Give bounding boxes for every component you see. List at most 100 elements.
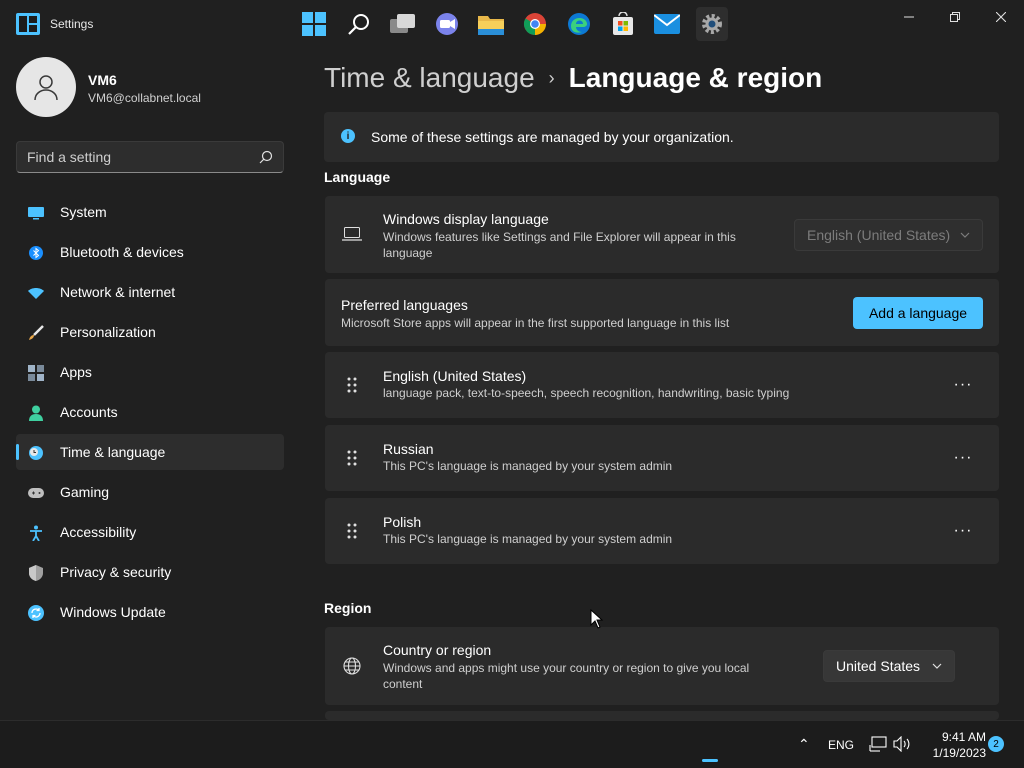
dropdown-value: English (United States) xyxy=(807,227,951,243)
maximize-button[interactable] xyxy=(932,4,978,30)
sidebar-item-apps[interactable]: Apps xyxy=(16,354,284,390)
language-item-english[interactable]: English (United States) language pack, t… xyxy=(325,352,999,418)
task-view-button[interactable] xyxy=(389,10,417,38)
gaming-icon xyxy=(28,485,44,501)
network-tray-button[interactable] xyxy=(869,736,887,752)
chrome-button[interactable] xyxy=(521,10,549,38)
chevron-right-icon: › xyxy=(548,67,555,88)
widgets-button[interactable] xyxy=(14,10,42,38)
language-detail: This PC's language is managed by your sy… xyxy=(383,532,673,546)
avatar[interactable] xyxy=(16,57,76,117)
language-item-polish[interactable]: Polish This PC's language is managed by … xyxy=(325,498,999,564)
restore-icon xyxy=(950,12,960,22)
info-icon: i xyxy=(341,129,355,143)
drag-handle-icon[interactable] xyxy=(345,448,359,468)
add-language-button[interactable]: Add a language xyxy=(853,297,983,329)
language-indicator[interactable]: ENG xyxy=(828,738,854,752)
teams-chat-icon xyxy=(436,13,458,35)
sidebar-item-label: Personalization xyxy=(60,324,156,340)
sidebar-item-label: Network & internet xyxy=(60,284,176,300)
profile-name: VM6 xyxy=(88,72,117,88)
accounts-icon xyxy=(28,405,44,421)
volume-tray-button[interactable] xyxy=(893,735,911,753)
time-language-icon xyxy=(28,445,44,461)
language-name: English (United States) xyxy=(383,368,527,384)
sidebar-item-network[interactable]: Network & internet xyxy=(16,274,284,310)
sidebar-item-label: Time & language xyxy=(60,444,166,460)
drag-handle-icon[interactable] xyxy=(345,375,359,395)
sidebar-item-windows-update[interactable]: Windows Update xyxy=(16,594,284,630)
info-text: Some of these settings are managed by yo… xyxy=(371,129,734,145)
start-icon xyxy=(302,12,326,36)
taskbar-clock[interactable]: 9:41 AM 1/19/2023 xyxy=(916,729,986,761)
next-card-partial xyxy=(325,711,999,720)
country-region-dropdown[interactable]: United States xyxy=(823,650,955,682)
sidebar-item-bluetooth[interactable]: Bluetooth & devices xyxy=(16,234,284,270)
settings-taskbar-button[interactable] xyxy=(696,7,728,41)
language-item-russian[interactable]: Russian This PC's language is managed by… xyxy=(325,425,999,491)
chevron-down-icon xyxy=(960,232,970,238)
country-region-subtitle: Windows and apps might use your country … xyxy=(383,661,750,675)
minimize-button[interactable] xyxy=(886,4,932,30)
sidebar-item-privacy[interactable]: Privacy & security xyxy=(16,554,284,590)
minimize-icon xyxy=(904,16,914,18)
store-button[interactable] xyxy=(609,10,637,38)
mail-icon xyxy=(654,14,680,34)
sidebar-item-gaming[interactable]: Gaming xyxy=(16,474,284,510)
sidebar-item-system[interactable]: System xyxy=(16,194,284,230)
preferred-languages-title: Preferred languages xyxy=(341,297,468,313)
task-view-icon xyxy=(390,14,415,33)
mail-button[interactable] xyxy=(653,10,681,38)
country-region-card: Country or region Windows and apps might… xyxy=(325,627,999,705)
sidebar-item-accounts[interactable]: Accounts xyxy=(16,394,284,430)
edge-button[interactable] xyxy=(565,10,593,38)
update-icon xyxy=(28,605,44,621)
breadcrumb: Time & language › Language & region xyxy=(324,58,822,98)
sidebar-item-personalization[interactable]: Personalization xyxy=(16,314,284,350)
volume-icon xyxy=(893,735,910,753)
shield-icon xyxy=(28,565,44,581)
chrome-icon xyxy=(524,13,546,35)
sidebar-item-label: Accessibility xyxy=(60,524,137,540)
drag-handle-icon[interactable] xyxy=(345,521,359,541)
display-language-card: Windows display language Windows feature… xyxy=(325,196,999,273)
search-icon[interactable] xyxy=(259,150,273,164)
breadcrumb-parent[interactable]: Time & language xyxy=(324,62,535,94)
more-options-icon[interactable]: ··· xyxy=(951,446,975,470)
widgets-icon xyxy=(16,13,40,35)
teams-chat-button[interactable] xyxy=(433,10,461,38)
language-detail: This PC's language is managed by your sy… xyxy=(383,459,673,473)
language-name: Russian xyxy=(383,441,434,457)
taskbar-search-button[interactable] xyxy=(345,10,373,38)
search-input[interactable] xyxy=(27,142,252,172)
show-hidden-icons-chevron[interactable]: ⌃ xyxy=(798,736,810,753)
title-bar: Settings xyxy=(0,0,1024,48)
more-options-icon[interactable]: ··· xyxy=(951,519,975,543)
bluetooth-icon xyxy=(28,245,44,261)
sidebar-item-accessibility[interactable]: Accessibility xyxy=(16,514,284,550)
user-icon xyxy=(34,75,58,101)
clock-date: 1/19/2023 xyxy=(932,746,986,760)
search-box[interactable] xyxy=(16,141,284,173)
notification-badge[interactable]: 2 xyxy=(988,736,1004,752)
chevron-down-icon xyxy=(932,663,942,669)
more-options-icon[interactable]: ··· xyxy=(951,373,975,397)
sidebar-item-label: Privacy & security xyxy=(60,564,172,580)
sidebar-nav: System Bluetooth & devices Network & int… xyxy=(16,194,284,634)
sidebar-item-time-language[interactable]: Time & language xyxy=(16,434,284,470)
file-explorer-button[interactable] xyxy=(477,10,505,38)
close-button[interactable] xyxy=(978,4,1024,30)
display-language-subtitle: Windows features like Settings and File … xyxy=(383,230,736,244)
page-title: Language & region xyxy=(568,62,823,93)
dropdown-value: United States xyxy=(836,658,921,674)
accessibility-icon xyxy=(28,525,44,541)
search-icon xyxy=(348,14,369,35)
apps-icon xyxy=(28,365,44,381)
clock-time: 9:41 AM xyxy=(941,730,986,744)
sidebar-item-label: Apps xyxy=(60,364,92,380)
section-heading-language: Language xyxy=(324,169,391,185)
start-button[interactable] xyxy=(300,10,328,38)
display-language-dropdown[interactable]: English (United States) xyxy=(794,219,983,251)
section-heading-region: Region xyxy=(324,600,372,616)
file-explorer-icon xyxy=(478,16,504,35)
